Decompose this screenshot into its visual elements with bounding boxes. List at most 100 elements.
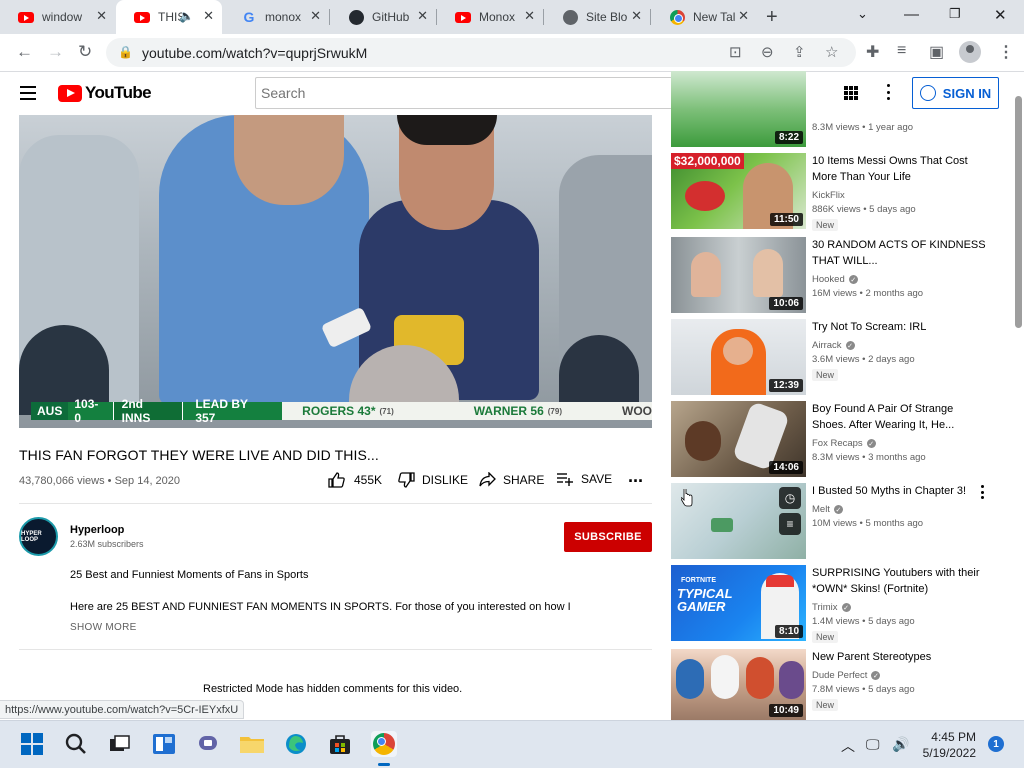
video-title[interactable]: Boy Found A Pair Of Strange Shoes. After… bbox=[812, 401, 987, 433]
video-thumbnail[interactable]: $32,000,000 11:50 bbox=[671, 153, 806, 229]
tab-github[interactable]: GitHub ✕ bbox=[330, 0, 436, 34]
youtube-logo[interactable]: YouTube bbox=[58, 83, 152, 103]
recommended-video[interactable]: FORTNITE TYPICAL GAMER 8:10 SURPRISING Y… bbox=[671, 565, 1016, 643]
back-arrow-icon[interactable]: ← bbox=[16, 42, 33, 62]
recommended-video[interactable]: 12:39 Try Not To Scream: IRL Airrack ✓ 3.… bbox=[671, 319, 1016, 397]
minimize-icon[interactable]: — bbox=[904, 6, 919, 23]
recommended-video[interactable]: 10:06 30 RANDOM ACTS OF KINDNESS THAT WI… bbox=[671, 237, 1016, 313]
video-title[interactable]: 30 RANDOM ACTS OF KINDNESS THAT WILL... bbox=[812, 237, 987, 269]
edge-browser-icon[interactable] bbox=[283, 731, 309, 757]
extensions-puzzle-icon[interactable]: ✚ bbox=[866, 42, 879, 62]
watch-later-clock-icon[interactable]: ◷ bbox=[779, 487, 801, 509]
lock-icon[interactable]: 🔒 bbox=[118, 45, 133, 59]
tab-site-blocker[interactable]: Site Blo ✕ bbox=[544, 0, 650, 34]
teams-chat-icon[interactable] bbox=[195, 731, 221, 757]
chrome-taskbar-icon[interactable] bbox=[371, 731, 397, 757]
side-panel-icon[interactable]: ▣ bbox=[929, 42, 944, 62]
video-channel[interactable]: Dude Perfect ✓ bbox=[812, 670, 881, 681]
youtube-apps-grid-icon[interactable] bbox=[844, 86, 858, 100]
close-icon[interactable]: ✕ bbox=[524, 8, 535, 24]
video-title[interactable]: Try Not To Scream: IRL bbox=[812, 319, 987, 335]
tab-active-video[interactable]: THIS 🔈 ✕ bbox=[116, 0, 222, 34]
video-channel[interactable]: Fox Recaps ✓ bbox=[812, 438, 876, 449]
tab-search-chevron-icon[interactable]: ⌄ bbox=[857, 6, 868, 22]
new-tab-plus-icon[interactable]: + bbox=[766, 6, 778, 29]
video-thumbnail[interactable]: 10:06 bbox=[671, 237, 806, 313]
recommended-video[interactable]: 10:49 New Parent Stereotypes Dude Perfec… bbox=[671, 649, 1016, 720]
file-explorer-icon[interactable] bbox=[239, 731, 265, 757]
tab-window[interactable]: window ✕ bbox=[0, 0, 115, 34]
close-icon[interactable]: ✕ bbox=[738, 8, 749, 24]
channel-name[interactable]: Hyperloop bbox=[70, 524, 124, 536]
notification-count-badge[interactable]: 1 bbox=[988, 736, 1004, 752]
add-to-queue-icon[interactable]: ≡ bbox=[779, 513, 801, 535]
recommended-video[interactable]: 8:22 8.3M views • 1 year ago bbox=[671, 71, 1016, 147]
bookmark-star-icon[interactable]: ☆ bbox=[825, 43, 838, 61]
video-title[interactable]: 10 Items Messi Owns That Cost More Than … bbox=[812, 153, 987, 185]
microsoft-store-icon[interactable] bbox=[327, 731, 353, 757]
tab-monox[interactable]: Monox ✕ bbox=[437, 0, 543, 34]
settings-kebab-icon[interactable] bbox=[887, 84, 891, 100]
task-view-icon[interactable] bbox=[107, 731, 133, 757]
tab-label: Monox bbox=[479, 10, 516, 24]
video-options-kebab-icon[interactable] bbox=[981, 485, 985, 499]
video-channel[interactable]: Melt ✓ bbox=[812, 504, 843, 515]
restore-icon[interactable]: ❐ bbox=[949, 6, 961, 22]
search-input[interactable] bbox=[256, 78, 685, 108]
page-scrollbar[interactable] bbox=[1015, 96, 1022, 328]
tab-google[interactable]: G monox ✕ bbox=[223, 0, 329, 34]
zoom-icon[interactable]: ⊖ bbox=[761, 43, 774, 61]
network-monitor-icon[interactable]: 🖵 bbox=[866, 736, 880, 753]
address-bar[interactable]: 🔒 youtube.com/watch?v=quprjSrwukM ⊡ ⊖ ⇪ … bbox=[106, 38, 856, 67]
video-thumbnail[interactable]: FORTNITE TYPICAL GAMER 8:10 bbox=[671, 565, 806, 641]
video-channel[interactable]: KickFlix bbox=[812, 190, 845, 201]
close-icon[interactable]: ✕ bbox=[203, 8, 214, 24]
save-button[interactable]: SAVE bbox=[557, 472, 612, 486]
dislike-button[interactable]: DISLIKE bbox=[398, 472, 468, 488]
share-button[interactable]: SHARE bbox=[479, 472, 544, 487]
share-icon[interactable]: ⇪ bbox=[793, 43, 806, 61]
windows-start-icon[interactable] bbox=[19, 731, 45, 757]
channel-avatar[interactable]: HYPER LOOP bbox=[19, 517, 58, 556]
tab-new-tab[interactable]: New Tal ✕ bbox=[651, 0, 757, 34]
address-url[interactable]: youtube.com/watch?v=quprjSrwukM bbox=[142, 45, 367, 61]
close-icon[interactable]: ✕ bbox=[631, 8, 642, 24]
close-icon[interactable]: ✕ bbox=[96, 8, 107, 24]
video-thumbnail[interactable]: 10:49 bbox=[671, 649, 806, 720]
profile-avatar-icon[interactable] bbox=[959, 41, 981, 63]
volume-icon[interactable]: 🔊 bbox=[892, 736, 909, 753]
video-stats: 886K views • 5 days ago bbox=[812, 204, 916, 215]
video-title[interactable]: SURPRISING Youtubers with their *OWN* Sk… bbox=[812, 565, 987, 597]
video-channel[interactable]: Airrack ✓ bbox=[812, 340, 855, 351]
video-channel[interactable]: Trimix ✓ bbox=[812, 602, 851, 613]
media-control-icon[interactable]: ≡ bbox=[897, 42, 906, 60]
video-channel[interactable]: Hooked ✓ bbox=[812, 274, 858, 285]
window-close-icon[interactable]: ✕ bbox=[994, 6, 1007, 24]
show-more-button[interactable]: SHOW MORE bbox=[70, 622, 137, 633]
close-icon[interactable]: ✕ bbox=[310, 8, 321, 24]
video-title[interactable]: New Parent Stereotypes bbox=[812, 649, 987, 665]
reload-icon[interactable]: ↻ bbox=[78, 42, 92, 62]
speaker-icon[interactable]: 🔈 bbox=[179, 9, 194, 23]
sign-in-button[interactable]: SIGN IN bbox=[912, 77, 999, 109]
recommended-video[interactable]: ◷ ≡ I Busted 50 Myths in Chapter 3! Melt… bbox=[671, 483, 1016, 559]
show-hidden-icons-chevron-icon[interactable]: ︿ bbox=[841, 736, 855, 756]
video-thumbnail[interactable]: 8:22 bbox=[671, 71, 806, 147]
widgets-icon[interactable] bbox=[151, 731, 177, 757]
forward-arrow-icon[interactable]: → bbox=[47, 42, 64, 62]
install-app-icon[interactable]: ⊡ bbox=[729, 43, 742, 61]
video-thumbnail[interactable]: 12:39 bbox=[671, 319, 806, 395]
video-player[interactable]: AUS 103-0 2nd INNS LEAD BY 357 ROGERS 43… bbox=[19, 115, 652, 428]
video-title[interactable]: I Busted 50 Myths in Chapter 3! bbox=[812, 483, 982, 499]
recommended-video[interactable]: $32,000,000 11:50 10 Items Messi Owns Th… bbox=[671, 153, 1016, 231]
close-icon[interactable]: ✕ bbox=[417, 8, 428, 24]
subscribe-button[interactable]: SUBSCRIBE bbox=[564, 522, 652, 552]
hamburger-menu-icon[interactable] bbox=[20, 86, 36, 100]
recommended-video[interactable]: 14:06 Boy Found A Pair Of Strange Shoes.… bbox=[671, 401, 1016, 477]
more-actions-icon[interactable]: ··· bbox=[628, 471, 644, 492]
system-clock[interactable]: 4:45 PM 5/19/2022 bbox=[918, 729, 976, 761]
video-thumbnail[interactable]: 14:06 bbox=[671, 401, 806, 477]
like-button[interactable]: 455K bbox=[328, 472, 382, 488]
search-icon[interactable] bbox=[63, 731, 89, 757]
browser-menu-icon[interactable]: ⋮ bbox=[998, 42, 1014, 62]
